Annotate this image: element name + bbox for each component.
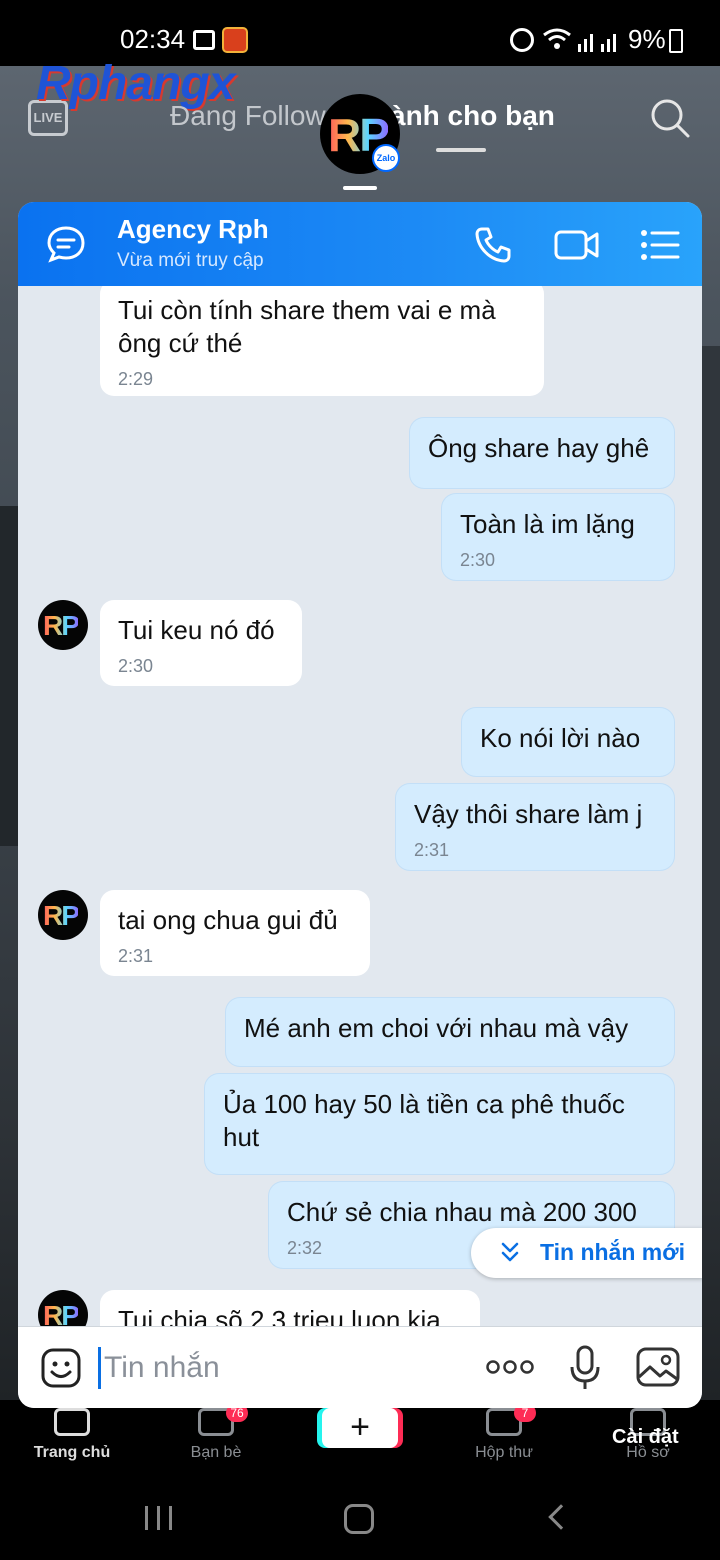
outgoing-message[interactable]: Ko nói lời nào — [462, 708, 674, 776]
active-tab-indicator — [436, 148, 486, 152]
signal-icon — [578, 34, 616, 52]
home-icon — [54, 1408, 90, 1436]
tab-following[interactable]: Đang Follow — [170, 100, 326, 132]
tab-for-you[interactable]: ành cho bạn — [390, 100, 555, 132]
zalo-chat-window: Agency Rph Vừa mới truy cập Tui còn tính… — [18, 202, 702, 1408]
nav-friends-label: Bạn bè — [190, 1444, 242, 1461]
new-messages-label: Tin nhắn mới — [540, 1239, 685, 1265]
contact-avatar[interactable]: RP — [38, 890, 88, 940]
double-chevron-down-icon — [501, 1242, 519, 1262]
incoming-message[interactable]: Tui còn tính share them vai e mà ông cứ … — [100, 286, 544, 396]
alarm-icon — [510, 28, 534, 52]
video-call-icon[interactable] — [554, 226, 600, 264]
more-options-icon[interactable] — [486, 1359, 534, 1375]
message-time: 2:31 — [414, 840, 450, 860]
outgoing-message[interactable]: Ông share hay ghê — [410, 418, 674, 488]
battery-icon — [669, 29, 683, 53]
emoji-sticker-icon[interactable] — [40, 1347, 82, 1389]
contact-status: Vừa mới truy cập — [117, 250, 264, 271]
incoming-message[interactable]: Tui keu nó đó 2:30 — [100, 600, 302, 686]
message-text: Tui keu nó đó — [118, 615, 275, 645]
app-notification-icon — [222, 27, 248, 53]
message-time: 2:29 — [118, 369, 154, 389]
message-text: Tui chia sõ 2.3 trieu luon kia — [118, 1305, 441, 1326]
outgoing-message[interactable]: Ủa 100 hay 50 là tiền ca phê thuốc hut — [205, 1074, 674, 1174]
menu-list-icon[interactable] — [640, 228, 680, 262]
chat-head-avatar[interactable]: RP Zalo — [320, 94, 400, 174]
contact-avatar[interactable]: RP — [38, 600, 88, 650]
message-text: Chứ sẻ chia nhau mà 200 300 — [287, 1197, 637, 1227]
nav-friends[interactable]: 76 Bạn bè — [156, 1400, 276, 1470]
outgoing-message[interactable]: Mé anh em choi với nhau mà vậy — [226, 998, 674, 1066]
nav-inbox[interactable]: 7 Hộp thư — [444, 1400, 564, 1470]
gallery-icon — [193, 30, 215, 50]
message-text: Ủa 100 hay 50 là tiền ca phê thuốc hut — [223, 1089, 625, 1152]
search-icon[interactable] — [650, 98, 690, 138]
chat-bubble-icon[interactable] — [46, 224, 86, 264]
message-composer — [18, 1326, 702, 1408]
message-text: Mé anh em choi với nhau mà vậy — [244, 1013, 629, 1043]
message-list[interactable]: Tui còn tính share them vai e mà ông cứ … — [18, 286, 702, 1326]
nav-home-label: Trang chủ — [33, 1444, 111, 1461]
nav-inbox-label: Hộp thư — [475, 1444, 533, 1461]
home-button-icon[interactable] — [344, 1504, 374, 1534]
new-messages-button[interactable]: Tin nhắn mới — [471, 1228, 702, 1278]
message-text: Vậy thôi share làm j — [414, 799, 643, 829]
chat-head-indicator — [343, 186, 377, 190]
back-icon[interactable] — [548, 1504, 574, 1530]
status-time: 02:34 — [120, 24, 186, 54]
message-text: tai ong chua gui đủ — [118, 905, 338, 935]
phone-icon[interactable] — [474, 226, 512, 264]
zalo-badge: Zalo — [372, 144, 400, 172]
android-navigation-bar — [0, 1470, 720, 1560]
message-input[interactable] — [104, 1347, 464, 1389]
create-button[interactable]: + — [322, 1408, 398, 1448]
settings-label[interactable]: Cài đặt — [612, 1426, 679, 1449]
battery-level: 9% — [628, 24, 666, 54]
message-text: Tui còn tính share them vai e mà ông cứ … — [118, 295, 496, 358]
message-text: Ko nói lời nào — [480, 723, 641, 753]
message-time: 2:30 — [118, 656, 154, 676]
text-cursor — [98, 1347, 101, 1389]
video-frame-shape — [700, 346, 720, 1046]
message-time: 2:30 — [460, 550, 496, 570]
wifi-icon — [543, 28, 571, 49]
incoming-message[interactable]: tai ong chua gui đủ 2:31 — [100, 890, 370, 976]
nav-home[interactable]: Trang chủ — [12, 1400, 132, 1470]
bottom-navigation: Trang chủ 76 Bạn bè + 7 Hộp thư Hồ sơ Cà… — [0, 1400, 720, 1470]
outgoing-message[interactable]: Toàn là im lặng 2:30 — [442, 494, 674, 580]
contact-avatar[interactable]: RP — [38, 1290, 88, 1326]
message-time: 2:31 — [118, 946, 154, 966]
chat-header: Agency Rph Vừa mới truy cập — [18, 202, 702, 286]
contact-name[interactable]: Agency Rph — [117, 214, 269, 245]
microphone-icon[interactable] — [570, 1345, 600, 1391]
video-frame-shape — [0, 506, 20, 846]
image-icon[interactable] — [636, 1347, 680, 1387]
message-text: Ông share hay ghê — [428, 433, 650, 463]
recent-apps-icon[interactable] — [145, 1506, 173, 1530]
outgoing-message[interactable]: Vậy thôi share làm j 2:31 — [396, 784, 674, 870]
incoming-message[interactable]: Tui chia sõ 2.3 trieu luon kia — [100, 1290, 480, 1326]
message-text: Toàn là im lặng — [460, 509, 635, 539]
